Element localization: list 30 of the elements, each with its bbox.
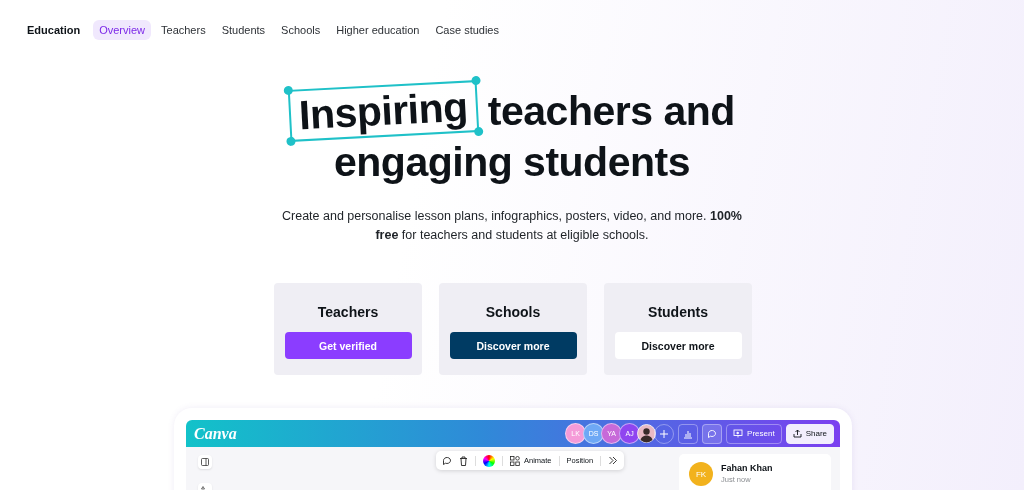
shapes-icon (510, 455, 520, 466)
card-button[interactable]: Discover more (449, 332, 577, 359)
presentation-icon (733, 429, 744, 438)
card-title: Schools (485, 304, 541, 320)
present-button[interactable]: Present (726, 423, 782, 444)
nav-tab[interactable]: Teachers (155, 20, 212, 40)
color-wheel-icon[interactable] (483, 454, 495, 467)
commenter-name: Fahan Khan (721, 463, 773, 473)
nav-tab[interactable]: Overview (93, 20, 151, 40)
user-avatar (637, 424, 657, 443)
headline-text: teachers and (487, 87, 735, 136)
user-avatar: FK (689, 462, 713, 486)
card-title: Students (648, 304, 708, 320)
trash-icon[interactable] (459, 455, 468, 466)
nav-tab[interactable]: Higher education (330, 20, 426, 40)
share-button[interactable]: Share (785, 423, 834, 444)
comment-icon[interactable] (442, 455, 452, 466)
logo: Canva (194, 424, 237, 443)
bar-chart-icon[interactable] (678, 423, 699, 444)
nav-tab[interactable]: Schools (275, 20, 327, 40)
upload-icon (792, 429, 802, 438)
double-chevron-icon[interactable] (608, 456, 619, 465)
nav-tab[interactable]: Case studies (429, 20, 505, 40)
panel-icon[interactable] (198, 455, 212, 469)
nav-tab[interactable]: Students (215, 20, 272, 40)
hero-subtitle: Create and personalise lesson plans, infographics, posters, video, and more. 100% free for teachers and students at eligible schools. (281, 208, 743, 244)
card-button[interactable]: Discover more (614, 332, 742, 359)
card-title: Teachers (317, 304, 379, 320)
section-title: Education (27, 24, 81, 36)
card-button[interactable]: Get verified (284, 332, 412, 359)
